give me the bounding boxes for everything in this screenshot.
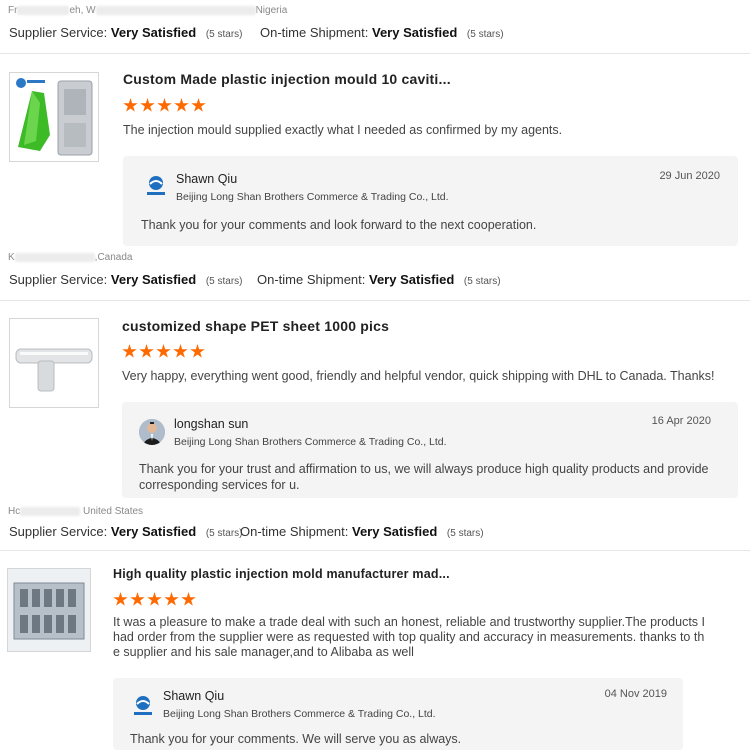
ontime-shipment-metric: On-time Shipment: Very Satisfied (5 star… <box>240 524 484 539</box>
reply-text: Thank you for your comments and look for… <box>141 218 537 232</box>
blurred-name <box>17 5 70 15</box>
reviewer-location: K ,Canada <box>8 252 132 263</box>
reply-date: 04 Nov 2019 <box>604 688 667 700</box>
product-title-link[interactable]: High quality plastic injection mold manu… <box>113 567 450 581</box>
blurred-name-2 <box>95 5 256 15</box>
metric-stars: (5 stars) <box>446 528 484 539</box>
supplier-reply: Shawn Qiu Beijing Long Shan Brothers Com… <box>113 678 683 750</box>
metric-value: Very Satisfied <box>110 524 197 539</box>
star-icon <box>191 98 206 112</box>
metric-value: Very Satisfied <box>372 25 458 40</box>
metric-label: Supplier Service: <box>9 524 108 539</box>
blurred-name <box>14 252 95 262</box>
metric-stars: (5 stars) <box>205 29 243 40</box>
star-icon <box>173 344 188 358</box>
metric-stars: (5 stars) <box>205 528 243 539</box>
star-icon <box>113 592 128 606</box>
star-icon <box>164 592 179 606</box>
reply-author: Shawn Qiu <box>176 172 238 186</box>
reviewer-name-fragment-2: eh, W <box>69 5 96 16</box>
metric-value: Very Satisfied <box>352 524 438 539</box>
metric-stars: (5 stars) <box>463 276 501 287</box>
supplier-service-metric: Supplier Service: Very Satisfied (5 star… <box>9 524 242 539</box>
reply-company: Beijing Long Shan Brothers Commerce & Tr… <box>176 191 449 203</box>
ontime-shipment-metric: On-time Shipment: Very Satisfied (5 star… <box>257 272 501 287</box>
metric-label: On-time Shipment: <box>240 524 349 539</box>
star-icon <box>147 592 162 606</box>
supplier-service-metric: Supplier Service: Very Satisfied (5 star… <box>9 272 242 287</box>
section-divider <box>0 300 750 301</box>
review-text-line: had order from the supplier were as requ… <box>113 630 705 644</box>
metric-label: Supplier Service: <box>9 25 108 40</box>
company-logo-icon <box>131 694 155 718</box>
metric-label: On-time Shipment: <box>260 25 369 40</box>
metric-label: Supplier Service: <box>9 272 108 287</box>
star-icon <box>181 592 196 606</box>
reviewer-location: Fr eh, W Nigeria <box>8 5 287 16</box>
rating-stars <box>123 98 206 113</box>
metric-value: Very Satisfied <box>110 272 197 287</box>
reply-text-line: Thank you for your trust and affirmation… <box>139 462 709 476</box>
metric-label: On-time Shipment: <box>257 272 366 287</box>
multi-cavity-mold-icon <box>8 569 90 651</box>
reviewer-country: United States <box>83 506 144 517</box>
metric-stars: (5 stars) <box>466 29 504 40</box>
reviewer-name-fragment: Hc <box>8 506 21 517</box>
star-icon <box>123 98 138 112</box>
metric-value: Very Satisfied <box>369 272 455 287</box>
reply-text: Thank you for your comments. We will ser… <box>130 732 462 746</box>
clear-tee-part-icon <box>10 319 98 407</box>
reply-date: 16 Apr 2020 <box>651 415 711 427</box>
company-logo-icon <box>144 174 168 198</box>
reviewer-name-fragment: K <box>8 252 15 263</box>
reviewer-location: Hc United States <box>8 506 143 517</box>
review-text: The injection mould supplied exactly wha… <box>123 123 563 137</box>
ontime-shipment-metric: On-time Shipment: Very Satisfied (5 star… <box>260 25 504 40</box>
reviewer-country: ,Canada <box>94 252 133 263</box>
supplier-reply: Shawn Qiu Beijing Long Shan Brothers Com… <box>123 156 738 246</box>
blurred-name <box>20 506 81 516</box>
green-mould-icon <box>10 73 98 161</box>
reply-author: longshan sun <box>174 417 249 431</box>
product-title-link[interactable]: customized shape PET sheet 1000 pics <box>122 318 389 334</box>
reply-company: Beijing Long Shan Brothers Commerce & Tr… <box>163 708 436 720</box>
supplier-service-metric: Supplier Service: Very Satisfied (5 star… <box>9 25 242 40</box>
metric-value: Very Satisfied <box>110 25 197 40</box>
star-icon <box>140 98 155 112</box>
star-icon <box>139 344 154 358</box>
product-title-link[interactable]: Custom Made plastic injection mould 10 c… <box>123 71 451 87</box>
person-avatar <box>139 419 165 445</box>
star-icon <box>174 98 189 112</box>
reply-text-line: corresponding services for u. <box>139 478 300 492</box>
product-thumbnail[interactable] <box>9 72 99 162</box>
star-icon <box>122 344 137 358</box>
review-text: Very happy, everything went good, friend… <box>122 369 715 383</box>
reviewer-name-fragment: Fr <box>8 5 18 16</box>
metric-stars: (5 stars) <box>205 276 243 287</box>
rating-stars <box>122 344 205 359</box>
product-thumbnail[interactable] <box>7 568 91 652</box>
reply-author: Shawn Qiu <box>163 689 225 703</box>
reply-date: 29 Jun 2020 <box>659 170 720 182</box>
star-icon <box>157 98 172 112</box>
star-icon <box>190 344 205 358</box>
product-thumbnail[interactable] <box>9 318 99 408</box>
reply-company: Beijing Long Shan Brothers Commerce & Tr… <box>174 436 447 448</box>
reviewer-country: Nigeria <box>255 5 288 16</box>
star-icon <box>156 344 171 358</box>
supplier-reply: longshan sun Beijing Long Shan Brothers … <box>122 402 738 498</box>
review-text-line: e supplier and his sale manager,and to A… <box>113 645 414 659</box>
rating-stars <box>113 592 196 607</box>
star-icon <box>130 592 145 606</box>
section-divider <box>0 550 750 551</box>
review-text-line: It was a pleasure to make a trade deal w… <box>113 615 705 629</box>
section-divider <box>0 53 750 54</box>
